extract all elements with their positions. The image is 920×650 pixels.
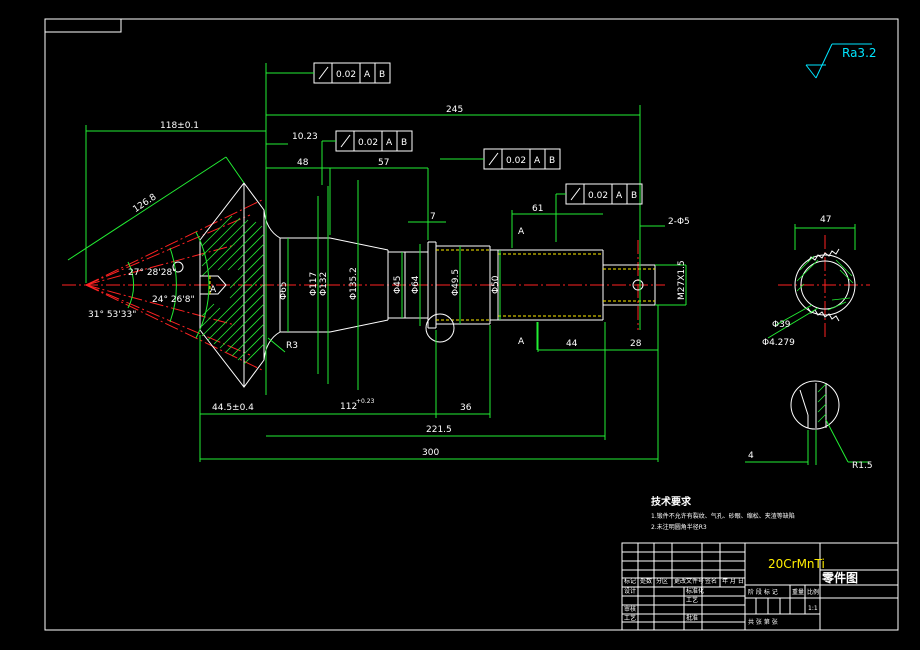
- notes-line-2: 2.未注明圆角半径R3: [651, 523, 707, 531]
- notes-line-1: 1.锻件不允许有裂纹、气孔、砂眼、缩松、夹渣等缺陷: [651, 512, 795, 520]
- svg-text:0.02: 0.02: [336, 70, 356, 80]
- dim-118: 118±0.1: [160, 121, 199, 131]
- dim-36: 36: [460, 403, 472, 413]
- svg-text:工艺: 工艺: [686, 596, 698, 604]
- dim-221-5: 221.5: [426, 425, 452, 435]
- scale: 1:1: [808, 605, 818, 612]
- svg-text:A: A: [364, 70, 371, 80]
- svg-text:B: B: [549, 156, 555, 166]
- tolerance-frame-3: 0.02 A B: [440, 148, 561, 170]
- tolerance-frame-1: 0.02 A B: [266, 62, 391, 84]
- svg-text:B: B: [631, 191, 637, 201]
- svg-text:阶 段 标 记: 阶 段 标 记: [748, 588, 778, 596]
- datum-a-marker-1: A: [210, 285, 217, 295]
- dia-49-5: Φ49.5: [451, 269, 461, 296]
- dim-57: 57: [378, 158, 389, 168]
- dia-64: Φ64: [411, 275, 421, 294]
- material: 20CrMnTi: [768, 557, 825, 571]
- svg-text:A: A: [386, 138, 393, 148]
- dia-117: Φ117: [309, 272, 319, 296]
- notes-title: 技术要求: [651, 495, 692, 508]
- svg-text:标准化: 标准化: [686, 587, 704, 595]
- engineering-drawing: Ra3.2 A A A 245 118±0.1 10.23 48 57 7 61…: [44, 18, 899, 631]
- thread-m27: M27X1.5: [677, 260, 687, 300]
- roughness-symbol: Ra3.2: [805, 43, 877, 79]
- dim-7: 7: [430, 212, 436, 222]
- svg-text:工艺: 工艺: [624, 614, 636, 622]
- dia-4-279: Φ4.279: [762, 338, 795, 348]
- dim-112-tol: +0.23: [356, 398, 375, 405]
- corner-box: [44, 18, 122, 33]
- svg-text:更改文件号: 更改文件号: [674, 577, 704, 585]
- svg-text:A: A: [534, 156, 541, 166]
- dim-10-23: 10.23: [292, 132, 318, 142]
- svg-text:0.02: 0.02: [506, 156, 526, 166]
- svg-text:审核: 审核: [624, 605, 636, 613]
- dimension-texts: 245 118±0.1 10.23 48 57 7 61 2-Φ5 126.8 …: [88, 105, 690, 458]
- dia-45: Φ45: [393, 275, 403, 294]
- dim-48: 48: [297, 158, 309, 168]
- dim-300: 300: [422, 448, 439, 458]
- svg-text:分区: 分区: [656, 577, 668, 585]
- angle-24: 24° 26'8": [152, 295, 195, 305]
- dim-2-holes: 2-Φ5: [668, 217, 690, 227]
- dim-61: 61: [532, 204, 543, 214]
- part-name: 零件图: [821, 570, 858, 585]
- roughness-label: Ra3.2: [842, 46, 877, 60]
- svg-text:B: B: [379, 70, 385, 80]
- dim-44-5: 44.5±0.4: [212, 403, 254, 413]
- svg-text:标记: 标记: [624, 577, 636, 585]
- tolerance-frame-4: 0.02 A B: [555, 183, 643, 242]
- spline-section-view: 47 Φ39 Φ4.279: [762, 215, 856, 348]
- dim-112: 112: [340, 402, 357, 412]
- svg-text:B: B: [401, 138, 407, 148]
- dia-135-2: Φ135.2: [349, 267, 359, 300]
- detail-view: 4 R1.5: [745, 380, 873, 471]
- dim-44: 44: [566, 339, 578, 349]
- svg-text:0.02: 0.02: [358, 138, 378, 148]
- svg-text:设计: 设计: [624, 587, 636, 595]
- datum-a-marker-2: A: [518, 227, 525, 237]
- title-block: 20CrMnTi 零件图 1:1 标记 处数 分区 更改文件号 签名 年 月 日…: [621, 542, 899, 631]
- technical-notes: 技术要求 1.锻件不允许有裂纹、气孔、砂眼、缩松、夹渣等缺陷 2.未注明圆角半径…: [651, 495, 795, 531]
- angle-31: 31° 53'33": [88, 310, 136, 320]
- dim-47: 47: [820, 215, 831, 225]
- dim-28: 28: [630, 339, 642, 349]
- dia-50: Φ50: [491, 275, 501, 294]
- dia-65: Φ65: [279, 281, 289, 300]
- tolerance-frame-2: 0.02 A B: [321, 130, 413, 185]
- radius-r1-5: R1.5: [852, 461, 873, 471]
- svg-text:比例: 比例: [807, 588, 819, 596]
- svg-text:共 张 第 张: 共 张 第 张: [748, 618, 778, 626]
- dia-39: Φ39: [772, 320, 791, 330]
- svg-text:A: A: [616, 191, 623, 201]
- svg-text:签名: 签名: [705, 577, 717, 585]
- svg-text:年 月 日: 年 月 日: [722, 577, 744, 585]
- dim-245: 245: [446, 105, 463, 115]
- dim-4: 4: [748, 451, 754, 461]
- angle-27: 27° 28'28": [128, 268, 176, 278]
- datum-b-marker: A: [518, 337, 525, 347]
- svg-text:处数: 处数: [640, 577, 652, 585]
- svg-text:0.02: 0.02: [588, 191, 608, 201]
- svg-text:批准: 批准: [686, 614, 698, 622]
- dia-132: Φ132: [319, 272, 329, 296]
- radius-r3: R3: [286, 341, 298, 351]
- svg-text:重量: 重量: [792, 588, 804, 596]
